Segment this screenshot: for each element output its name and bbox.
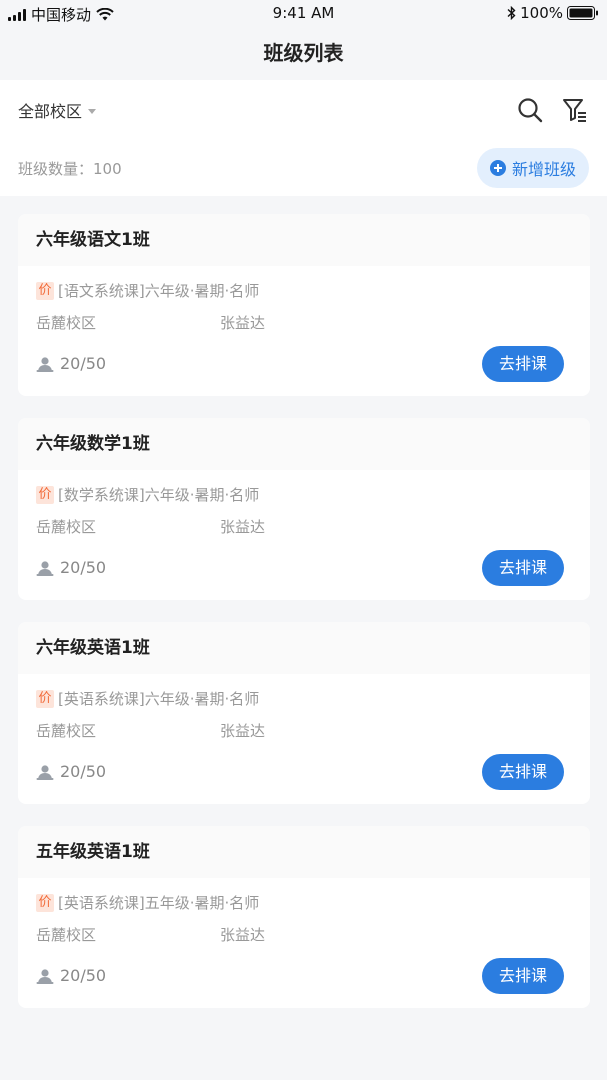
course-info: 价 [数学系统课]六年级·暑期·名师 [36, 484, 259, 505]
teacher-label: 张益达 [220, 518, 266, 536]
student-icon [36, 560, 54, 576]
course-label: [英语系统课]五年级·暑期·名师 [58, 894, 260, 912]
price-tag: 价 [36, 281, 54, 300]
schedule-button[interactable]: 去排课 [482, 958, 564, 994]
plus-circle-icon [489, 160, 506, 176]
course-info: 价 [英语系统课]五年级·暑期·名师 [36, 892, 259, 913]
price-tag: 价 [36, 689, 54, 708]
class-card[interactable]: 六年级英语1班 价 [英语系统课]六年级·暑期·名师 岳麓校区 张益达 20/5… [18, 622, 590, 804]
student-icon [36, 764, 54, 780]
filter-button[interactable] [561, 96, 589, 124]
campus-label: 岳麓校区 [36, 518, 97, 536]
enrollment-count: 20/50 [60, 966, 107, 985]
filter-bar: 全部校区 班级数量：100 新增班级 [0, 80, 607, 196]
price-tag: 价 [36, 893, 54, 912]
search-icon [518, 98, 543, 123]
caret-down-icon [88, 108, 97, 114]
course-info: 价 [语文系统课]六年级·暑期·名师 [36, 280, 259, 301]
add-class-label: 新增班级 [511, 160, 576, 179]
class-name: 五年级英语1班 [18, 826, 590, 878]
add-class-button[interactable]: 新增班级 [477, 148, 589, 188]
enrollment-count: 20/50 [60, 762, 107, 781]
filter-icon [563, 99, 586, 122]
enrollment-count: 20/50 [60, 558, 107, 577]
course-info: 价 [英语系统课]六年级·暑期·名师 [36, 688, 259, 709]
bluetooth-icon [507, 6, 516, 20]
status-bar: 中国移动 9:41 AM 100% [0, 0, 607, 26]
enrollment: 20/50 [36, 966, 106, 985]
class-count: 班级数量：100 [18, 160, 122, 178]
course-label: [英语系统课]六年级·暑期·名师 [58, 690, 260, 708]
search-button[interactable] [516, 96, 544, 124]
course-label: [语文系统课]六年级·暑期·名师 [58, 282, 260, 300]
battery-percent: 100% [520, 4, 563, 22]
page-title: 班级列表 [0, 26, 607, 80]
student-icon [36, 968, 54, 984]
schedule-button[interactable]: 去排课 [482, 550, 564, 586]
class-card[interactable]: 五年级英语1班 价 [英语系统课]五年级·暑期·名师 岳麓校区 张益达 20/5… [18, 826, 590, 1008]
teacher-label: 张益达 [220, 722, 266, 740]
schedule-button[interactable]: 去排课 [482, 754, 564, 790]
enrollment: 20/50 [36, 762, 106, 781]
class-name: 六年级英语1班 [18, 622, 590, 674]
class-name: 六年级数学1班 [18, 418, 590, 470]
price-tag: 价 [36, 485, 54, 504]
teacher-label: 张益达 [220, 314, 266, 332]
campus-label: 岳麓校区 [36, 926, 97, 944]
enrollment: 20/50 [36, 354, 106, 373]
schedule-button[interactable]: 去排课 [482, 346, 564, 382]
teacher-label: 张益达 [220, 926, 266, 944]
class-name: 六年级语文1班 [18, 214, 590, 266]
battery-icon [567, 6, 598, 20]
enrollment-count: 20/50 [60, 354, 107, 373]
status-right: 100% [507, 4, 599, 22]
course-label: [数学系统课]六年级·暑期·名师 [58, 486, 260, 504]
campus-dropdown-label: 全部校区 [18, 102, 83, 121]
student-icon [36, 356, 54, 372]
enrollment: 20/50 [36, 558, 106, 577]
campus-label: 岳麓校区 [36, 314, 97, 332]
class-card[interactable]: 六年级数学1班 价 [数学系统课]六年级·暑期·名师 岳麓校区 张益达 20/5… [18, 418, 590, 600]
class-list: 六年级语文1班 价 [语文系统课]六年级·暑期·名师 岳麓校区 张益达 20/5… [18, 214, 590, 1030]
campus-label: 岳麓校区 [36, 722, 97, 740]
class-card[interactable]: 六年级语文1班 价 [语文系统课]六年级·暑期·名师 岳麓校区 张益达 20/5… [18, 214, 590, 396]
campus-dropdown[interactable]: 全部校区 [18, 98, 97, 122]
